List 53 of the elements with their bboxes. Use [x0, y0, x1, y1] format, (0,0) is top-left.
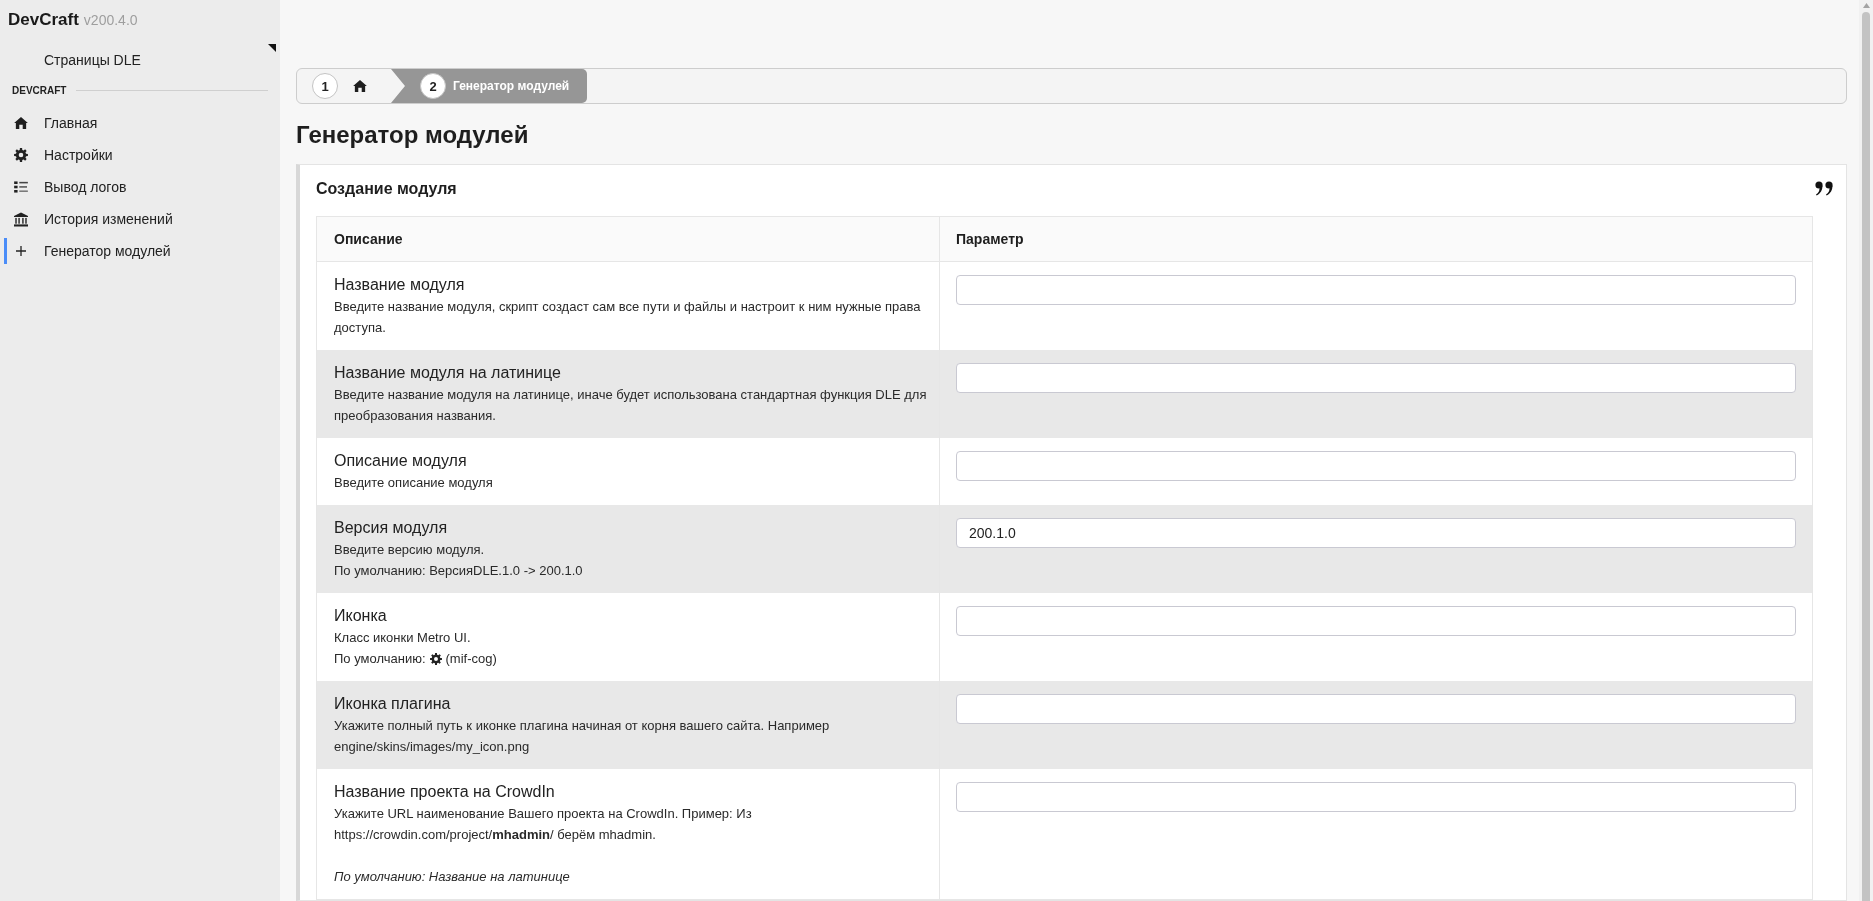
text-input[interactable]	[956, 363, 1796, 393]
column-header: Описание	[317, 217, 940, 261]
field-title: Название модуля на латинице	[334, 363, 562, 383]
step-number: 1	[312, 73, 338, 99]
icon-class-name: (mif-cog)	[445, 650, 497, 668]
field-title: Иконка	[334, 606, 388, 626]
text-input[interactable]	[956, 782, 1796, 812]
nav-item[interactable]: История изменений	[4, 206, 270, 232]
scroll-up-arrow-icon	[1862, 3, 1870, 8]
field-title: Описание модуля	[334, 451, 468, 471]
column-header: Параметр	[940, 217, 1812, 261]
home-icon	[353, 80, 367, 92]
field-description: Введите версию модуля.	[334, 541, 486, 559]
default-label: По умолчанию:	[334, 650, 426, 668]
version-label: v200.4.0	[83, 12, 138, 28]
step-number: 2	[420, 73, 446, 99]
breadcrumb-item[interactable]: 2 Генератор модулей	[391, 69, 588, 103]
field-title: Название модуля	[334, 275, 466, 295]
nav-item[interactable]: Вывод логов	[4, 174, 270, 200]
card-title: Создание модуля	[316, 179, 457, 199]
nav-item[interactable]: Генератор модулей	[4, 238, 270, 264]
field-description: Введите название модуля на латинице, иначе будет использована стандартная функция DLE для преобразования названия.	[334, 386, 928, 425]
text-input[interactable]	[956, 275, 1796, 305]
text-input[interactable]	[956, 451, 1796, 481]
nav-item[interactable]: Настройки	[4, 142, 270, 168]
gear-icon	[14, 148, 28, 162]
field-description: Укажите URL наименование Вашего проекта на CrowdIn. Пример: Из https://crowdin.com/project/mhadmin/ берём mhadmin.	[334, 805, 753, 844]
section-heading: DEVCRAFT	[12, 84, 67, 96]
page-title: Генератор модулей	[296, 120, 530, 150]
field-title: Иконка плагина	[334, 694, 452, 714]
breadcrumb-item[interactable]: 1	[297, 69, 391, 103]
scrollbar-thumb[interactable]	[1862, 12, 1870, 901]
quote-icon	[1815, 181, 1835, 196]
plus-icon	[16, 246, 26, 256]
default-note: По умолчанию: Название на латинице	[334, 868, 571, 886]
field-description: Введите описание модуля	[334, 474, 494, 492]
field-description: Класс иконки Metro UI.	[334, 629, 472, 647]
field-description: По умолчанию: ВерсияDLE.1.0 -> 200.1.0	[334, 562, 584, 580]
field-description: Введите название модуля, скрипт создаст сам все пути и файлы и настроит к ним нужные права доступа.	[334, 298, 922, 337]
text-input[interactable]	[956, 606, 1796, 636]
corner-triangle-icon	[268, 44, 276, 52]
home-icon	[14, 117, 28, 129]
nav-item[interactable]: Главная	[4, 110, 270, 136]
text-input[interactable]: 200.1.0	[956, 518, 1796, 548]
field-description: Укажите полный путь к иконке плагина начиная от корня вашего сайта. Например engine/skins/images/my_icon.png	[334, 717, 831, 756]
pages-menu-item[interactable]: Страницы DLE	[44, 44, 141, 76]
list-icon	[14, 181, 28, 193]
field-title: Название проекта на CrowdIn	[334, 782, 556, 802]
bank-icon	[14, 211, 28, 227]
field-title: Версия модуля	[334, 518, 449, 538]
gear-icon	[429, 652, 442, 665]
brand-name: DevCraft	[8, 9, 79, 31]
text-input[interactable]	[956, 694, 1796, 724]
